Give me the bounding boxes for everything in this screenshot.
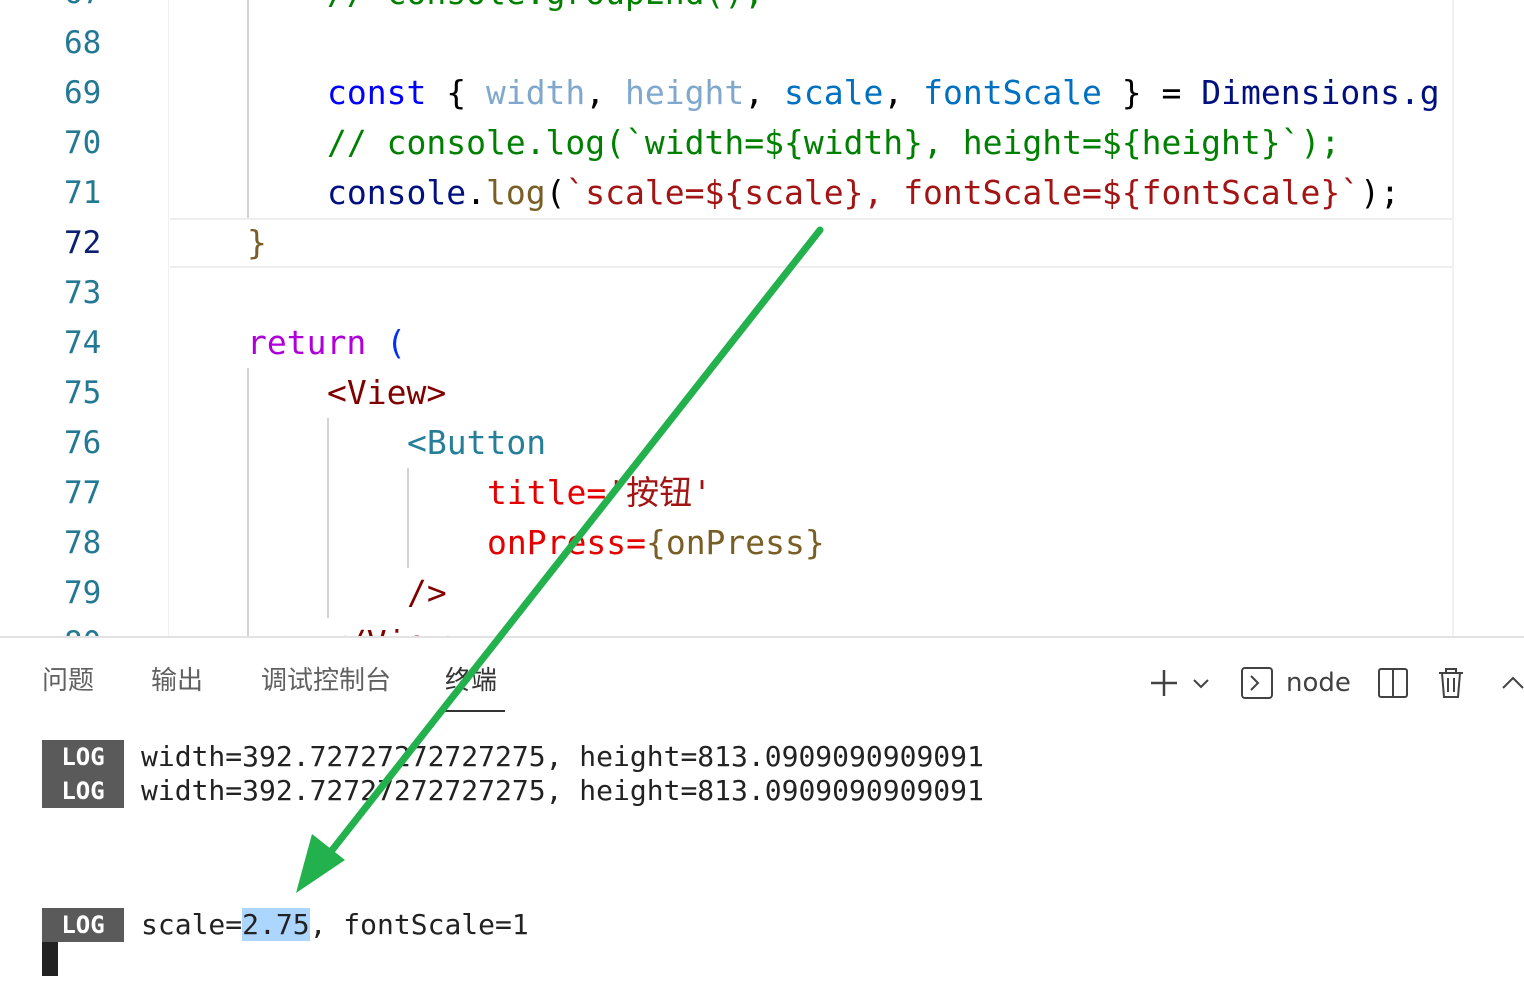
log-prefix: scale= (141, 908, 243, 941)
jsx-tag: </View> (327, 618, 466, 636)
tab-problems[interactable]: 问题 (42, 660, 94, 710)
punct: ( (366, 323, 406, 362)
chevron-up-icon[interactable] (1498, 658, 1524, 708)
log-line[interactable]: width=392.72727272727275, height=813.090… (141, 774, 984, 808)
line-number: 77 (64, 475, 102, 511)
line-number: 68 (64, 25, 102, 61)
code-text: onPress={onPress} (487, 518, 825, 568)
expression: {onPress} (645, 523, 825, 562)
jsx-tag: <View> (327, 373, 447, 412)
code-line[interactable]: 73 (0, 268, 1524, 318)
line-number: 78 (64, 525, 102, 561)
identifier: console (327, 173, 467, 212)
code-comment: // console.log(`width=${width}, height=$… (327, 123, 1341, 162)
plus-icon[interactable] (1148, 658, 1180, 708)
code-comment: // console.groupEnd(); (327, 0, 764, 18)
code-text: title='按钮' (487, 468, 712, 518)
panel-toolbar: node (1140, 658, 1524, 708)
punct: , (585, 73, 626, 112)
punct: } = (1101, 73, 1202, 112)
line-number: 69 (64, 75, 102, 111)
log-suffix: , fontScale=1 (309, 908, 529, 941)
punct: , (744, 73, 785, 112)
terminal-icon[interactable] (1240, 658, 1274, 708)
code-line[interactable]: 77 title='按钮' (0, 468, 1524, 518)
trash-icon[interactable] (1436, 658, 1466, 708)
code-line[interactable]: 79 /> (0, 568, 1524, 618)
line-number: 73 (64, 275, 102, 311)
shell-label[interactable]: node (1286, 658, 1351, 708)
code-text: const { width, height, scale, fontScale … (327, 68, 1440, 118)
identifier: height (625, 73, 745, 112)
keyword: const (327, 73, 427, 112)
punct: ); (1360, 173, 1400, 212)
code-line[interactable]: 74 return ( (0, 318, 1524, 368)
line-number: 71 (64, 175, 102, 211)
function-name: log (485, 173, 546, 212)
code-text: console.log(`scale=${scale}, fontScale=$… (327, 168, 1400, 218)
log-line[interactable]: width=392.72727272727275, height=813.090… (141, 740, 984, 774)
keyword: return (247, 323, 367, 362)
string: '按钮' (606, 473, 712, 512)
panel-tabs: 问题 输出 调试控制台 终端 (0, 638, 1100, 718)
log-line[interactable]: scale=2.75, fontScale=1 (141, 908, 529, 942)
code-text: return ( (247, 318, 406, 368)
identifier: fontScale (923, 73, 1102, 112)
code-line[interactable]: 72 } (0, 218, 1524, 268)
selected-text[interactable]: 2.75 (242, 908, 310, 941)
code-line[interactable]: 71 console.log(`scale=${scale}, fontScal… (0, 168, 1524, 218)
line-number: 74 (64, 325, 102, 361)
punct: { (426, 73, 486, 112)
line-number: 67 (64, 0, 144, 18)
line-number: 76 (64, 425, 102, 461)
tab-debug-console[interactable]: 调试控制台 (261, 660, 391, 710)
jsx-tag: <Button (407, 423, 547, 462)
code-line[interactable]: 75 <View> (0, 368, 1524, 418)
log-badge: LOG (42, 774, 124, 808)
punct: . (466, 173, 486, 212)
line-number: 70 (64, 125, 102, 161)
code-editor[interactable]: 67 // console.groupEnd(); 68 69 const { … (0, 0, 1524, 636)
jsx-tag: /> (407, 573, 447, 612)
line-number: 75 (64, 375, 102, 411)
punct: , (883, 73, 924, 112)
punct: ( (545, 173, 566, 212)
terminal-panel: 问题 输出 调试控制台 终端 node LOG width=392.727272… (0, 638, 1524, 983)
line-number: 79 (64, 575, 102, 611)
code-line[interactable]: 68 (0, 18, 1524, 68)
code-brace: } (247, 223, 267, 262)
code-line[interactable]: 76 <Button (0, 418, 1524, 468)
tab-terminal[interactable]: 终端 (445, 660, 505, 712)
code-line[interactable]: 67 // console.groupEnd(); (0, 0, 1524, 18)
code-line[interactable]: 78 onPress={onPress} (0, 518, 1524, 568)
log-badge: LOG (42, 908, 124, 942)
code-line[interactable]: 70 // console.log(`width=${width}, heigh… (0, 118, 1524, 168)
chevron-down-icon[interactable] (1190, 658, 1212, 708)
code-line[interactable]: 80 </View> (0, 618, 1524, 636)
identifier: width (485, 73, 586, 112)
jsx-attribute: onPress= (487, 523, 646, 562)
jsx-attribute: title= (487, 473, 607, 512)
terminal-cursor (42, 942, 58, 976)
identifier: scale (784, 73, 884, 112)
identifier: Dimensions.g (1201, 73, 1440, 112)
log-badge: LOG (42, 740, 124, 774)
line-number: 72 (64, 225, 102, 261)
line-number: 80 (64, 618, 144, 636)
tab-output[interactable]: 输出 (151, 660, 203, 710)
code-line[interactable]: 69 const { width, height, scale, fontSca… (0, 68, 1524, 118)
split-icon[interactable] (1376, 658, 1410, 708)
template-string: `scale=${scale}, fontScale=${fontScale}` (565, 173, 1361, 212)
